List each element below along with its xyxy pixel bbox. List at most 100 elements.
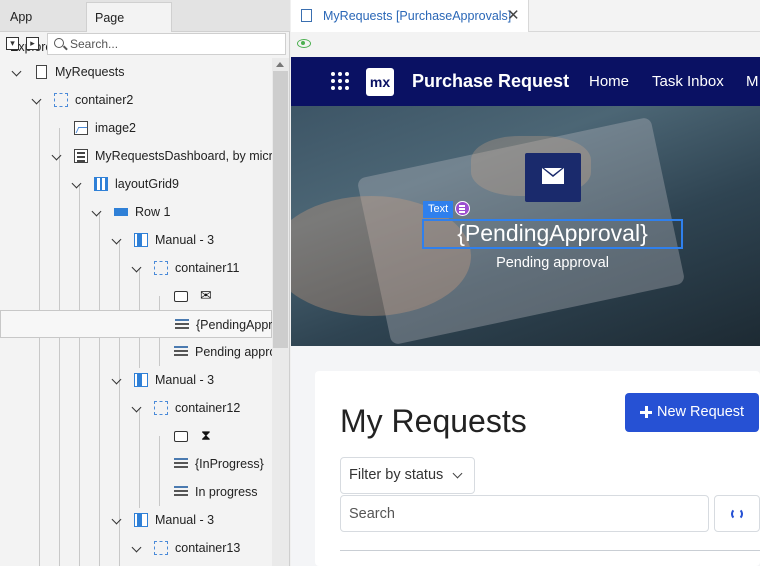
page-title: My Requests — [340, 403, 527, 439]
scroll-up-icon[interactable] — [276, 62, 284, 67]
pending-approval-caption[interactable]: Pending approval — [422, 255, 683, 271]
tree-item-column[interactable]: Manual - 3 — [0, 226, 272, 254]
editor-tabs: MyRequests [PurchaseApprovals] ✕ — [291, 0, 760, 32]
new-request-button[interactable]: New Request — [625, 393, 759, 432]
tree-item-label: container12 — [175, 401, 241, 415]
tree-item-label: layoutGrid9 — [115, 177, 179, 191]
button-icon — [174, 431, 188, 442]
tree-item-dashboard-snippet[interactable]: MyRequestsDashboard, by microf — [0, 142, 272, 170]
chevron-down-icon[interactable] — [131, 402, 142, 413]
studio-window: App Explorer Page Explorer ▾ ▸ My — [0, 0, 760, 566]
tree-item-label: {PendingAppro — [196, 318, 272, 332]
expand-all-icon[interactable]: ▸ — [26, 37, 39, 50]
column-icon — [134, 233, 148, 247]
scrollbar-thumb[interactable] — [273, 71, 288, 348]
nav-task-inbox[interactable]: Task Inbox — [652, 73, 724, 90]
text-icon — [174, 486, 188, 498]
explorer-tabs: App Explorer Page Explorer — [0, 0, 290, 55]
tree-item-container11[interactable]: container11 — [0, 254, 272, 282]
tree-item-label: MyRequestsDashboard, by microf — [95, 149, 272, 163]
tree-item-image2[interactable]: image2 — [0, 114, 272, 142]
editor-toolbar — [291, 32, 760, 57]
tree-item-myrequests[interactable]: MyRequests — [0, 58, 272, 86]
tree-item-label: container2 — [75, 93, 134, 107]
explorer-panel: App Explorer Page Explorer ▾ ▸ My — [0, 0, 290, 566]
chevron-down-icon[interactable] — [131, 262, 142, 273]
page-tree: MyRequests container2 image2 MyRequestsD… — [0, 58, 272, 566]
widget-type-tag: Text — [423, 201, 454, 218]
tree-item-inprogress[interactable]: {InProgress} — [0, 450, 272, 478]
chevron-down-icon[interactable] — [51, 150, 62, 161]
tree-item-pending-approval-text[interactable]: Pending appro — [0, 338, 272, 366]
tree-item-envelope-button[interactable]: ✉ — [0, 282, 272, 310]
chevron-down-icon[interactable] — [71, 178, 82, 189]
requests-search-input[interactable] — [340, 495, 709, 532]
tab-myrequests[interactable]: MyRequests [PurchaseApprovals] ✕ — [291, 0, 529, 32]
mx-logo: mx — [366, 68, 394, 96]
tree-item-label: MyRequests — [55, 65, 125, 79]
filter-by-status-dropdown[interactable]: Filter by status — [340, 457, 475, 494]
tree-scrollbar[interactable] — [272, 58, 289, 566]
tree-item-hourglass-button[interactable]: ⧗ — [0, 422, 272, 450]
button-icon — [174, 291, 188, 302]
tree-item-column[interactable]: Manual - 3 — [0, 366, 272, 394]
properties-badge-icon[interactable] — [455, 201, 470, 216]
tree-item-layoutgrid9[interactable]: layoutGrid9 — [0, 170, 272, 198]
pending-approval-value[interactable]: {PendingApproval} — [422, 220, 683, 247]
eye-icon[interactable] — [297, 39, 311, 48]
chevron-down-icon[interactable] — [91, 206, 102, 217]
refresh-button[interactable] — [714, 495, 760, 532]
tree-item-container2[interactable]: container2 — [0, 86, 272, 114]
tree-item-pendingapproval-selected[interactable]: {PendingAppro — [0, 310, 272, 338]
chevron-down-icon[interactable] — [111, 234, 122, 245]
tree-item-label: Pending appro — [195, 345, 272, 359]
editor-panel: MyRequests [PurchaseApprovals] ✕ mx Purc… — [291, 0, 760, 566]
app-title: Purchase Request — [412, 71, 570, 91]
tab-app-explorer[interactable]: App Explorer — [2, 2, 84, 54]
page-icon — [36, 65, 47, 79]
nav-home[interactable]: Home — [589, 73, 629, 90]
column-icon — [134, 373, 148, 387]
search-input[interactable] — [70, 36, 280, 52]
close-icon[interactable]: ✕ — [507, 6, 520, 24]
tree-item-label: In progress — [195, 485, 258, 499]
tab-page-explorer[interactable]: Page Explorer — [86, 2, 172, 55]
tree-item-in-progress-text[interactable]: In progress — [0, 478, 272, 506]
text-icon — [174, 346, 188, 358]
envelope-button[interactable] — [525, 153, 581, 202]
tree-item-label: Manual - 3 — [155, 233, 215, 247]
tree-item-label: image2 — [95, 121, 136, 135]
tree-item-label: Row 1 — [135, 205, 171, 219]
snippet-icon — [74, 149, 88, 163]
explorer-search[interactable] — [47, 33, 286, 55]
tree-item-column[interactable]: Manual - 3 — [0, 506, 272, 534]
refresh-icon — [731, 508, 743, 520]
envelope-icon: ✉ — [200, 287, 212, 303]
chevron-down-icon[interactable] — [131, 542, 142, 553]
tree-item-row1[interactable]: Row 1 — [0, 198, 272, 226]
tree-item-container13[interactable]: container13 — [0, 534, 272, 562]
hero-banner: Text {PendingApproval} Pending approval — [291, 106, 760, 346]
chevron-down-icon[interactable] — [111, 514, 122, 525]
chevron-down-icon[interactable] — [31, 94, 42, 105]
container-icon — [154, 541, 168, 555]
nav-more[interactable]: M — [746, 73, 759, 90]
hourglass-icon: ⧗ — [201, 427, 211, 443]
text-icon — [175, 319, 189, 331]
image-icon — [74, 121, 88, 135]
new-request-label: New Request — [657, 404, 745, 420]
tree-item-label: Manual - 3 — [155, 373, 215, 387]
tree-item-container12[interactable]: container12 — [0, 394, 272, 422]
chevron-down-icon[interactable] — [11, 66, 22, 77]
chevron-down-icon[interactable] — [111, 374, 122, 385]
text-icon — [174, 458, 188, 470]
collapse-all-icon[interactable]: ▾ — [6, 37, 19, 50]
container-icon — [154, 401, 168, 415]
layout-grid-icon — [94, 177, 108, 191]
search-icon — [54, 38, 64, 48]
app-switcher-icon[interactable] — [331, 72, 349, 90]
chevron-down-icon — [452, 468, 463, 479]
tree-item-label: {InProgress} — [195, 457, 264, 471]
container-icon — [154, 261, 168, 275]
tree-item-label: container11 — [175, 261, 240, 275]
